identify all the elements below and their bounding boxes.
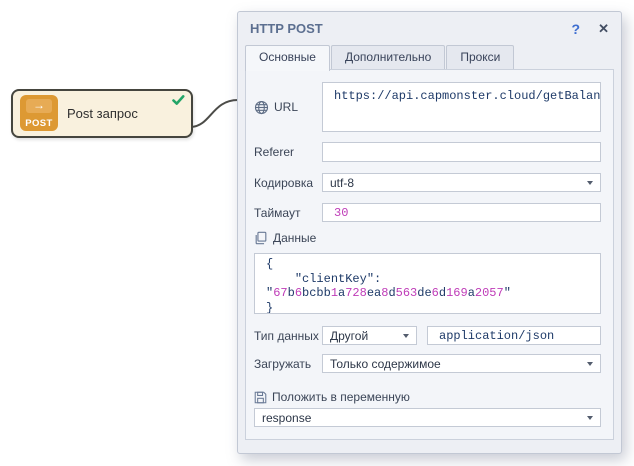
globe-icon [254, 100, 269, 115]
data-label-group: Данные [254, 231, 316, 245]
post-badge-label: POST [20, 118, 58, 129]
help-icon[interactable]: ? [572, 21, 581, 37]
output-variable-selected: response [262, 411, 311, 425]
tab-strip: Основные Дополнительно Прокси [245, 45, 515, 70]
main-tab-panel: URL https://api.capmonster.cloud/getBala… [245, 69, 614, 440]
dialog-title: HTTP POST [250, 21, 572, 36]
data-type-select[interactable]: Другой [322, 326, 417, 345]
url-input[interactable]: https://api.capmonster.cloud/getBalance [322, 82, 601, 132]
node-title: Post запрос [67, 91, 138, 136]
url-label: URL [274, 100, 298, 114]
post-request-node[interactable]: → POST Post запрос [11, 89, 193, 138]
data-type-label: Тип данных [254, 329, 319, 343]
checkmark-icon [172, 95, 185, 106]
chevron-down-icon [587, 362, 593, 366]
tab-advanced[interactable]: Дополнительно [331, 45, 445, 70]
url-label-group: URL [254, 82, 298, 132]
referer-input[interactable] [322, 142, 601, 162]
encoding-value: utf-8 [330, 176, 354, 190]
output-variable-select[interactable]: response [254, 408, 601, 427]
load-mode-label: Загружать [254, 357, 311, 371]
chevron-down-icon [403, 334, 409, 338]
data-type-selected: Другой [330, 329, 368, 343]
data-label: Данные [273, 231, 316, 245]
floppy-disk-icon [254, 391, 267, 404]
content-type-input[interactable]: application/json [427, 326, 601, 345]
tab-proxy[interactable]: Прокси [446, 45, 514, 70]
load-mode-selected: Только содержимое [330, 357, 441, 371]
post-action-icon: → POST [20, 95, 58, 131]
timeout-label: Таймаут [254, 206, 300, 220]
timeout-input[interactable]: 30 [322, 203, 601, 222]
http-post-dialog: HTTP POST ? ✕ Основные Дополнительно Про… [237, 11, 622, 454]
copy-pages-icon [254, 231, 268, 245]
arrow-right-icon: → [26, 99, 52, 113]
tab-main[interactable]: Основные [245, 45, 330, 71]
output-label-group: Положить в переменную [254, 390, 410, 404]
close-icon[interactable]: ✕ [598, 21, 609, 37]
chevron-down-icon [587, 416, 593, 420]
data-body-input[interactable]: { "clientKey": "67b6bcbb1a728ea8d563de6d… [254, 253, 601, 314]
flow-editor-canvas: → POST Post запрос HTTP POST ? ✕ Основны… [0, 0, 634, 466]
output-variable-label: Положить в переменную [272, 390, 410, 404]
load-mode-select[interactable]: Только содержимое [322, 354, 601, 373]
dialog-titlebar: HTTP POST ? ✕ [238, 12, 621, 45]
referer-label: Referer [254, 145, 294, 159]
chevron-down-icon [587, 181, 593, 185]
encoding-label: Кодировка [254, 176, 313, 190]
encoding-select[interactable]: utf-8 [322, 173, 601, 192]
